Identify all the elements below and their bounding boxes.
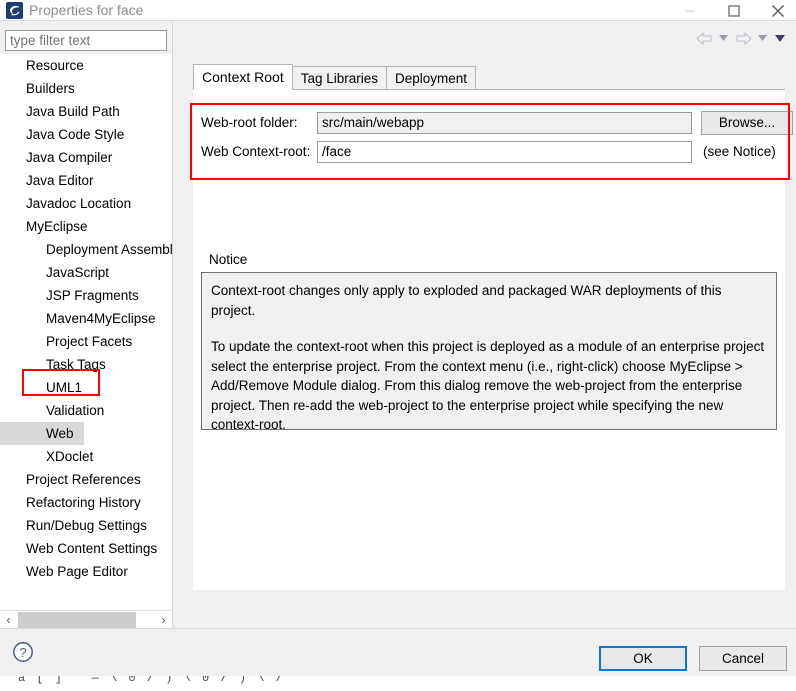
footer-divider: [0, 628, 796, 629]
forward-arrow-icon[interactable]: [732, 28, 754, 48]
close-icon[interactable]: [756, 0, 796, 21]
tree-item-java-code-style[interactable]: Java Code Style: [0, 123, 172, 146]
ok-button[interactable]: OK: [599, 646, 687, 671]
web-context-root-label: Web Context-root:: [201, 144, 311, 159]
back-arrow-icon[interactable]: [693, 28, 715, 48]
content-pane: Context Root Tag Libraries Deployment Web-…: [185, 58, 793, 608]
properties-dialog-screen: a [ ] " — \ 0 / ) \ 0 / ) \ / Properties…: [0, 0, 796, 691]
tree-item-task-tags[interactable]: Task Tags: [0, 353, 172, 376]
notice-paragraph: Context-root changes only apply to explo…: [211, 283, 722, 318]
eclipse-icon: [6, 2, 23, 19]
tree-item-resource[interactable]: Resource: [0, 54, 172, 77]
tree-item-project-references[interactable]: Project References: [0, 468, 172, 491]
tree-item-javadoc-location[interactable]: Javadoc Location: [0, 192, 172, 215]
notice-text-box: Context-root changes only apply to explo…: [201, 272, 777, 430]
tree-horizontal-scrollbar[interactable]: ‹ ›: [0, 610, 172, 629]
tab-bar[interactable]: Context Root Tag Libraries Deployment: [193, 64, 477, 90]
tree-item-java-editor[interactable]: Java Editor: [0, 169, 172, 192]
scroll-right-arrow-icon[interactable]: ›: [155, 611, 172, 629]
tree-item-jsp-fragments[interactable]: JSP Fragments: [0, 284, 172, 307]
navigation-toolbar: [693, 28, 788, 48]
tree-item-java-compiler[interactable]: Java Compiler: [0, 146, 172, 169]
tree-item-run-debug-settings[interactable]: Run/Debug Settings: [0, 514, 172, 537]
web-root-folder-label: Web-root folder:: [201, 115, 298, 130]
web-context-root-input[interactable]: [317, 140, 692, 163]
web-root-folder-row: Web-root folder: Browse...: [201, 108, 793, 137]
tree-item-uml1[interactable]: UML1: [0, 376, 172, 399]
view-menu-chevron-down-icon[interactable]: [771, 28, 788, 48]
background-code-line: a [ ] " — \ 0 / ) \ 0 / ) \ /: [18, 676, 285, 685]
tree-item-validation[interactable]: Validation: [0, 399, 172, 422]
background-editor-text: a [ ] " — \ 0 / ) \ 0 / ) \ /: [0, 676, 796, 691]
forward-history-chevron-down-icon[interactable]: [754, 28, 771, 48]
see-notice-text: (see Notice): [703, 144, 776, 159]
tree-item-xdoclet[interactable]: XDoclet: [0, 445, 172, 468]
notice-heading: Notice: [209, 252, 248, 267]
tree-item-javascript[interactable]: JavaScript: [0, 261, 172, 284]
back-history-chevron-down-icon[interactable]: [715, 28, 732, 48]
maximize-button[interactable]: [712, 0, 756, 21]
svg-text:?: ?: [19, 645, 26, 660]
filter-box[interactable]: [5, 30, 167, 51]
settings-tree[interactable]: Resource Builders Java Build Path Java Code…: [0, 54, 172, 610]
tree-item-myeclipse[interactable]: MyEclipse: [0, 215, 172, 238]
minimize-button[interactable]: [668, 0, 712, 21]
web-context-root-row: Web Context-root: (see Notice): [201, 137, 785, 166]
tree-item-web[interactable]: Web: [0, 422, 84, 445]
tree-item-java-build-path[interactable]: Java Build Path: [0, 100, 172, 123]
title-bar: Properties for face: [0, 0, 796, 21]
help-icon[interactable]: ?: [12, 641, 34, 663]
tree-item-web-page-editor[interactable]: Web Page Editor: [0, 560, 172, 583]
search-input[interactable]: [6, 31, 166, 50]
window-title: Properties for face: [29, 2, 144, 18]
tree-item-deployment-assembl[interactable]: Deployment Assembl: [0, 238, 172, 261]
context-root-panel: Web-root folder: Browse... Web Context-r…: [193, 90, 793, 590]
tree-item-project-facets[interactable]: Project Facets: [0, 330, 172, 353]
properties-dialog: Properties for face type filter text Res…: [0, 0, 796, 676]
cancel-button[interactable]: Cancel: [699, 646, 787, 671]
sidebar-divider: [172, 21, 173, 628]
notice-paragraph: To update the context-root when this pro…: [211, 339, 765, 430]
tree-item-builders[interactable]: Builders: [0, 77, 172, 100]
scroll-left-arrow-icon[interactable]: ‹: [0, 611, 17, 629]
tab-context-root[interactable]: Context Root: [193, 64, 293, 90]
tree-item-web-content-settings[interactable]: Web Content Settings: [0, 537, 172, 560]
context-root-form: Web-root folder: Browse... Web Context-r…: [201, 108, 793, 166]
tab-tag-libraries[interactable]: Tag Libraries: [291, 66, 388, 90]
active-tab-connector: [194, 89, 292, 90]
tree-item-refactoring-history[interactable]: Refactoring History: [0, 491, 172, 514]
scrollbar-thumb[interactable]: [18, 612, 136, 628]
browse-button[interactable]: Browse...: [701, 110, 793, 135]
tree-item-maven4myeclipse[interactable]: Maven4MyEclipse: [0, 307, 172, 330]
web-root-folder-input[interactable]: [317, 111, 692, 134]
titlebar-divider: [0, 20, 796, 21]
tab-deployment[interactable]: Deployment: [386, 66, 477, 90]
